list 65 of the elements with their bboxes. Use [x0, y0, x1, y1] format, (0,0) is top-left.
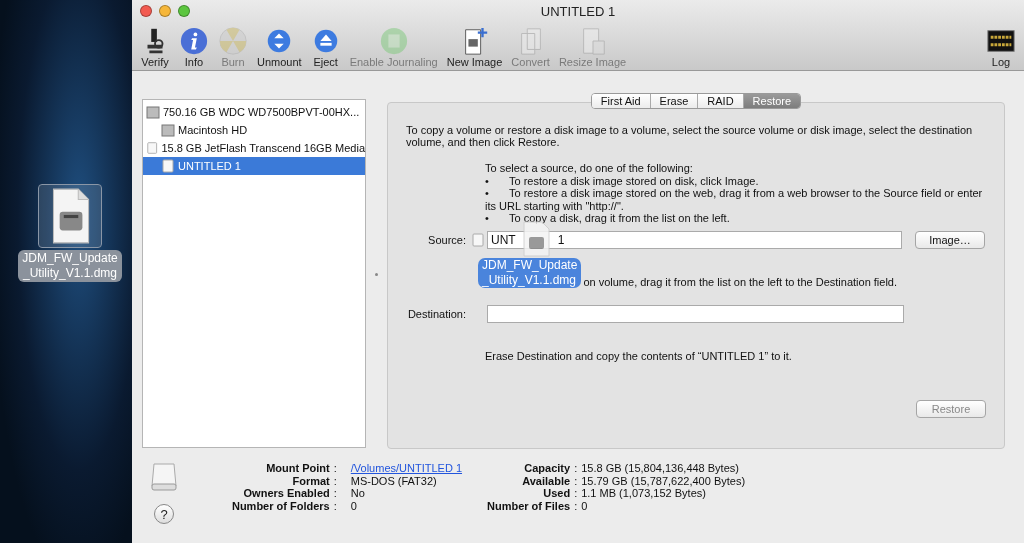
separator-text: :	[574, 474, 578, 487]
instructions-text: To copy a volume or restore a disk image to a volume, select the source volume or disk image, select the destination volume, and then click Restore.	[406, 124, 974, 148]
image-button[interactable]: Image…	[915, 230, 985, 249]
close-button[interactable]	[140, 5, 152, 17]
disk-list-item[interactable]: 750.16 GB WDC WD7500BPVT-00HX...	[143, 103, 365, 121]
info-label: Owners Enabled	[242, 487, 330, 500]
hard-drive-icon	[161, 123, 175, 137]
info-label: Number of Folders	[230, 499, 330, 512]
newimage-toolbar-button[interactable]: New Image	[446, 26, 503, 68]
help-button[interactable]: ?	[154, 504, 174, 524]
info-label: Mount Point	[265, 462, 330, 475]
info-label: Available	[521, 474, 571, 487]
tab[interactable]: RAID	[698, 94, 744, 108]
help-bullet: • To restore a disk image stored on disk, click Image.	[485, 174, 760, 187]
source-field[interactable]: UNT 1	[487, 230, 902, 249]
info-value: MS-DOS (FAT32)	[350, 474, 438, 487]
info-value: 1.1 MB (1,073,152 Bytes)	[581, 487, 707, 500]
info-toolbar-button[interactable]: Info	[179, 26, 209, 68]
info-value: 0	[350, 499, 358, 512]
separator-text: :	[574, 499, 578, 512]
tab[interactable]: First Aid	[591, 94, 651, 108]
info-label: Format	[291, 474, 330, 487]
radiation-icon	[218, 26, 248, 56]
drive-icon	[161, 159, 175, 173]
destination-field[interactable]	[487, 304, 904, 323]
info-value: 15.79 GB (15,787,622,400 Bytes)	[581, 474, 746, 487]
separator-text: :	[333, 462, 338, 475]
help-bullet: • To copy a disk, drag it from the list on the left.	[485, 212, 731, 225]
drive-icon	[472, 232, 484, 247]
source-label: Source:	[427, 233, 466, 246]
disk-image-file-icon[interactable]	[39, 185, 101, 247]
minimize-button[interactable]	[159, 5, 171, 17]
verify-toolbar-button[interactable]: Verify	[140, 26, 170, 68]
tab[interactable]: Erase	[650, 94, 699, 108]
eject-toolbar-button[interactable]: Eject	[310, 26, 341, 68]
destination-help-text: on volume, drag it from the list on the left to the Destination field.	[583, 275, 898, 288]
info-icon	[179, 26, 209, 56]
disk-list-item[interactable]: Macintosh HD	[143, 121, 365, 139]
destination-label: Destination:	[406, 307, 466, 320]
window-title: UNTITLED 1	[540, 3, 616, 19]
disk-list-item[interactable]: UNTITLED 1	[143, 157, 365, 175]
info-value: 15.8 GB (15,804,136,448 Bytes)	[581, 462, 740, 475]
erase-note: Erase Destination and copy the contents of “UNTITLED 1” to it.	[484, 349, 793, 362]
mount-point-link[interactable]: /Volumes/UNTITLED 1	[350, 462, 472, 475]
separator-text: :	[333, 487, 338, 500]
help-heading: To select a source, do one of the following:	[485, 162, 694, 175]
separator-text: :	[574, 462, 578, 475]
drive-icon	[146, 141, 159, 155]
info-label: Number of Files	[487, 499, 571, 512]
hard-drive-icon	[146, 105, 160, 119]
zoom-button[interactable]	[178, 5, 190, 17]
info-label: Used	[542, 487, 571, 500]
separator-text: :	[574, 487, 578, 500]
info-label: Capacity	[523, 462, 571, 475]
info-value: 0	[581, 499, 589, 512]
disk-list-item[interactable]: 15.8 GB JetFlash Transcend 16GB Media	[143, 139, 365, 157]
help-bullet: • To restore a disk image stored on the web, drag it from a web browser to the Source field or enter its URL starting with "http://".	[485, 187, 984, 212]
split-handle[interactable]	[375, 272, 378, 276]
info-value: No	[350, 487, 366, 500]
dragged-file-label: JDM_FW_Update _Utility_V1.1.dmg	[478, 257, 582, 288]
separator-text: :	[333, 474, 338, 487]
log-toolbar-button[interactable]: Log	[986, 26, 1016, 68]
unmount-toolbar-button[interactable]: Unmount	[257, 26, 302, 68]
drive-icon	[150, 462, 178, 492]
separator-text: :	[333, 499, 338, 512]
